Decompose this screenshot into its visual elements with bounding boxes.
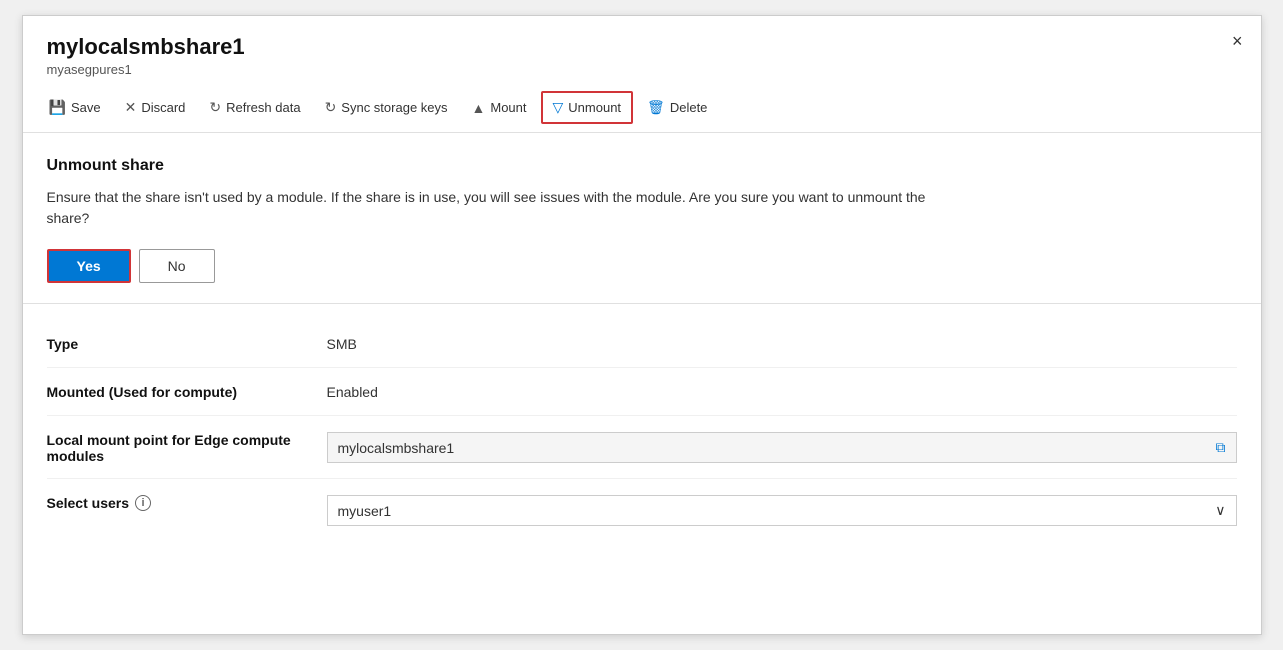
select-users-dropdown[interactable]: myuser1 ∨ [327, 495, 1237, 526]
dialog-message: Ensure that the share isn't used by a mo… [47, 187, 947, 229]
close-button[interactable]: × [1232, 32, 1243, 50]
unmount-icon: ▽ [553, 99, 564, 116]
mount-label: Mount [490, 100, 526, 115]
mount-point-row: Local mount point for Edge compute modul… [47, 416, 1237, 479]
select-users-value: myuser1 ∨ [327, 493, 1237, 526]
no-button[interactable]: No [139, 249, 215, 283]
copy-icon[interactable]: ⧉ [1216, 439, 1226, 456]
chevron-down-icon: ∨ [1215, 502, 1225, 519]
mount-button[interactable]: ▲ Mount [462, 94, 537, 122]
discard-button[interactable]: ✕ Discard [115, 93, 196, 122]
mount-point-label: Local mount point for Edge compute modul… [47, 430, 327, 464]
save-icon: 💾 [49, 99, 66, 116]
mounted-label: Mounted (Used for compute) [47, 382, 327, 400]
save-button[interactable]: 💾 Save [39, 93, 111, 122]
info-icon[interactable]: i [135, 495, 151, 511]
delete-icon: 🗑 [647, 99, 665, 116]
mounted-row: Mounted (Used for compute) Enabled [47, 368, 1237, 416]
refresh-button[interactable]: ↻ Refresh data [199, 93, 310, 122]
dialog-title: Unmount share [47, 157, 1237, 175]
unmount-dialog: Unmount share Ensure that the share isn'… [23, 133, 1261, 304]
mount-point-text: mylocalsmbshare1 [338, 440, 455, 456]
type-value: SMB [327, 334, 1237, 352]
panel-title: mylocalsmbshare1 [47, 34, 1237, 60]
type-row: Type SMB [47, 320, 1237, 368]
discard-label: Discard [141, 100, 185, 115]
yes-button[interactable]: Yes [47, 249, 131, 283]
select-users-text: myuser1 [338, 503, 392, 519]
sync-label: Sync storage keys [341, 100, 447, 115]
select-users-label: Select users i [47, 493, 327, 511]
mounted-value: Enabled [327, 382, 1237, 400]
toolbar: 💾 Save ✕ Discard ↻ Refresh data ↻ Sync s… [23, 83, 1261, 133]
panel-subtitle: myasegpures1 [47, 62, 1237, 77]
unmount-button[interactable]: ▽ Unmount [541, 91, 634, 124]
sync-icon: ↻ [325, 99, 337, 116]
type-label: Type [47, 334, 327, 352]
delete-label: Delete [670, 100, 708, 115]
main-panel: mylocalsmbshare1 myasegpures1 × 💾 Save ✕… [22, 15, 1262, 635]
sync-button[interactable]: ↻ Sync storage keys [315, 93, 458, 122]
refresh-icon: ↻ [209, 99, 221, 116]
mount-point-value: mylocalsmbshare1 ⧉ [327, 430, 1237, 463]
save-label: Save [71, 100, 101, 115]
select-users-row: Select users i myuser1 ∨ [47, 479, 1237, 540]
refresh-label: Refresh data [226, 100, 300, 115]
panel-header: mylocalsmbshare1 myasegpures1 [23, 16, 1261, 83]
mount-icon: ▲ [472, 100, 486, 116]
dialog-buttons: Yes No [47, 249, 1237, 283]
delete-button[interactable]: 🗑 Delete [637, 93, 717, 122]
detail-section: Type SMB Mounted (Used for compute) Enab… [23, 304, 1261, 556]
discard-icon: ✕ [125, 99, 137, 116]
mount-point-input: mylocalsmbshare1 ⧉ [327, 432, 1237, 463]
unmount-label: Unmount [568, 100, 621, 115]
